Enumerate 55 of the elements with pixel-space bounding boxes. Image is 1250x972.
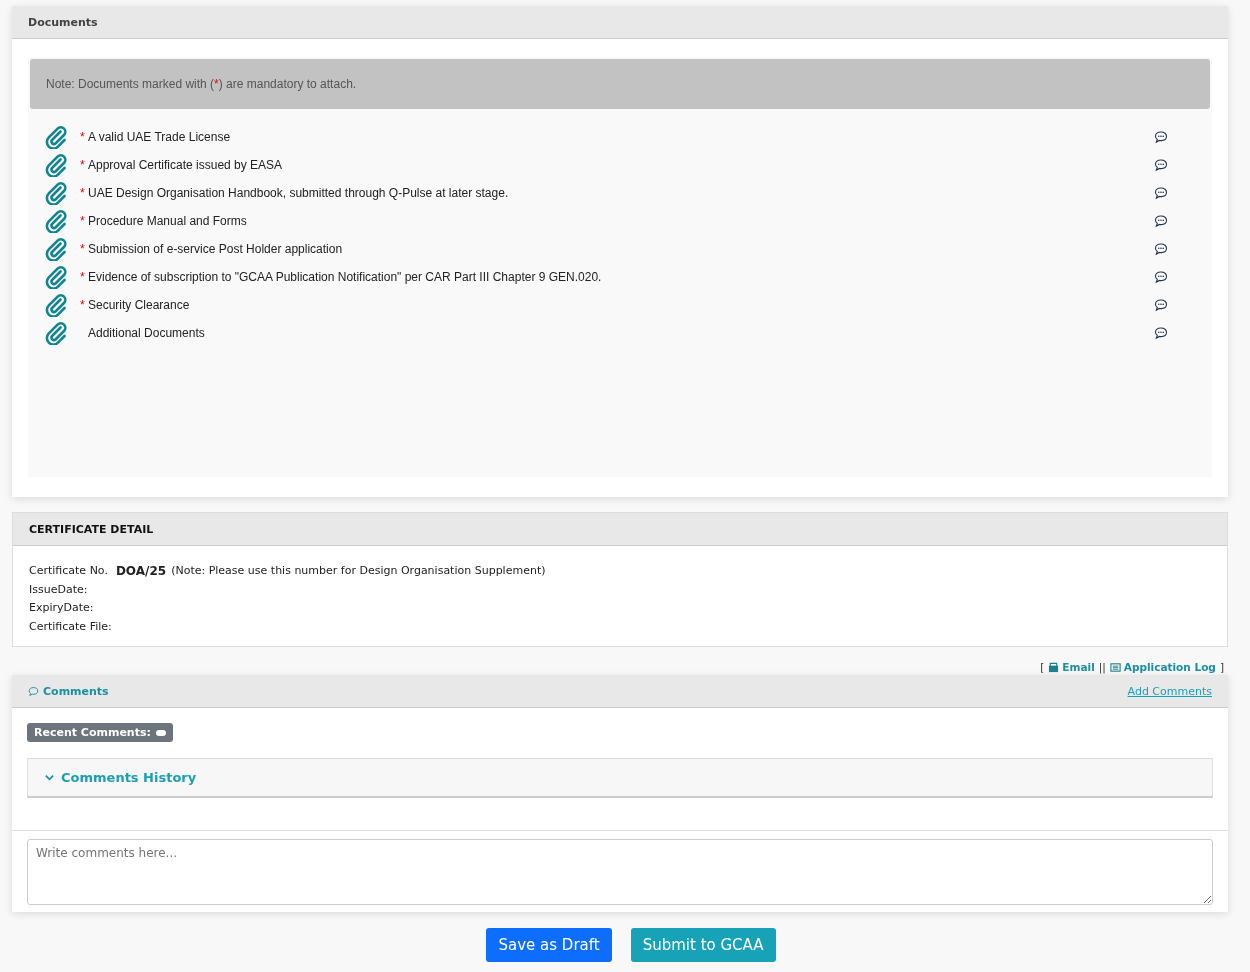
comment-icon[interactable] xyxy=(1154,214,1168,228)
certificate-note: (Note: Please use this number for Design Organisation Supplement) xyxy=(171,563,546,579)
submit-button[interactable]: Submit to GCAA xyxy=(630,928,776,962)
add-comments-link[interactable]: Add Comments xyxy=(1127,684,1212,698)
document-label: Additional Documents xyxy=(88,326,206,340)
comment-input-field[interactable]: Write comments here... xyxy=(27,839,1213,905)
paperclip-icon[interactable] xyxy=(44,237,68,261)
document-label: Procedure Manual and Forms xyxy=(88,214,248,228)
comment-icon xyxy=(28,685,39,697)
list-icon xyxy=(1109,661,1121,673)
document-label: Approval Certificate issued by EASA xyxy=(88,158,284,172)
paperclip-icon[interactable] xyxy=(44,293,68,317)
document-label: Submission of e-service Post Holder application xyxy=(88,242,344,256)
comment-icon[interactable] xyxy=(1154,298,1168,312)
panel-title: Documents xyxy=(28,16,98,29)
document-label: Evidence of subscription to "GCAA Publication Notification" per CAR Part III Chapter 9 GEN.020. xyxy=(88,270,603,284)
required-mark: * xyxy=(80,130,86,144)
document-label: A valid UAE Trade License xyxy=(88,130,232,144)
paperclip-icon[interactable] xyxy=(44,181,68,205)
field-label: IssueDate: xyxy=(29,581,88,598)
required-mark: * xyxy=(80,298,86,312)
bracket-text: ] xyxy=(1219,661,1224,673)
required-mark: * xyxy=(80,270,86,284)
required-mark: * xyxy=(80,158,86,172)
accordion-title: Comments History xyxy=(61,770,197,785)
document-label: UAE Design Organisation Handbook, submitted through Q-Pulse at later stage. xyxy=(88,186,510,200)
paperclip-icon[interactable] xyxy=(44,125,68,149)
paperclip-icon[interactable] xyxy=(44,321,68,345)
field-label: Certificate No. xyxy=(29,563,108,579)
paperclip-icon[interactable] xyxy=(44,265,68,289)
panel-title: Comments xyxy=(28,684,109,698)
recent-comments-badge: Recent Comments: xyxy=(27,723,173,742)
comment-icon[interactable] xyxy=(1154,242,1168,256)
separator-text: || xyxy=(1098,661,1106,673)
save-draft-button[interactable]: Save as Draft xyxy=(486,928,612,962)
certificate-number: DOA/25 xyxy=(115,563,167,580)
field-label: Certificate File: xyxy=(29,618,112,635)
document-label: Security Clearance xyxy=(88,298,191,312)
comment-icon[interactable] xyxy=(1154,270,1168,284)
email-link[interactable]: Email xyxy=(1048,661,1095,673)
comment-icon[interactable] xyxy=(1154,130,1168,144)
required-mark: * xyxy=(80,186,86,200)
comment-icon[interactable] xyxy=(1154,158,1168,172)
bracket-text: [ xyxy=(1040,661,1045,673)
application-log-link[interactable]: Application Log xyxy=(1109,661,1216,673)
paperclip-icon[interactable] xyxy=(44,209,68,233)
paperclip-icon[interactable] xyxy=(44,153,68,177)
field-label: ExpiryDate: xyxy=(29,600,94,616)
comment-icon[interactable] xyxy=(1154,186,1168,200)
required-mark: * xyxy=(80,214,86,228)
panel-title: CERTIFICATE DETAIL xyxy=(29,523,154,536)
note-text: Note: Documents marked with (*) are mandatory to attach. xyxy=(46,77,357,91)
comment-icon[interactable] xyxy=(1154,326,1168,340)
comments-history-accordion[interactable]: Comments History xyxy=(27,758,1213,798)
required-mark: * xyxy=(80,242,86,256)
